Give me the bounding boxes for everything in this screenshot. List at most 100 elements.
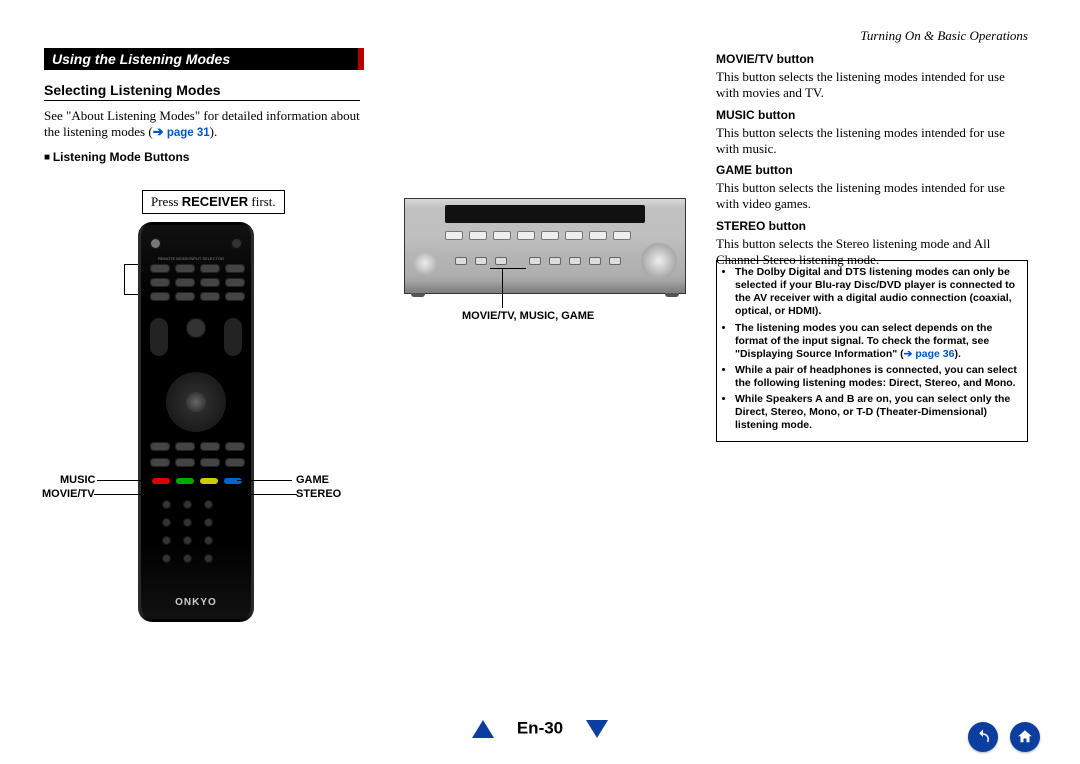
home-button[interactable] [1010, 722, 1040, 752]
callout-line [94, 494, 159, 495]
num-btn [162, 500, 171, 509]
receiver-foot-icon [411, 293, 425, 297]
home-icon [1016, 728, 1034, 746]
movie-tv-button-desc: This button selects the listening modes … [716, 69, 1028, 102]
page-number: En-30 [517, 719, 563, 738]
callout-line [237, 480, 292, 481]
music-button-heading: MUSIC button [716, 108, 1028, 123]
num-btn [162, 554, 171, 563]
receiver-display-icon [445, 205, 645, 223]
callout-line [124, 294, 138, 295]
remote-btn [200, 458, 220, 467]
section-title-accent [358, 48, 364, 70]
callout-line [235, 494, 297, 495]
page-link-36[interactable]: page 36 [915, 348, 954, 360]
receiver-left-knob-icon [413, 251, 437, 275]
music-mode-button [176, 478, 194, 484]
arrow-icon: ➔ [153, 124, 167, 139]
page-footer: En-30 [0, 718, 1080, 748]
receiver-foot-icon [665, 293, 679, 297]
callout-line [124, 264, 138, 265]
callout-line [97, 480, 152, 481]
remote-btn [150, 292, 170, 301]
receiver-caption: MOVIE/TV, MUSIC, GAME [462, 310, 594, 322]
num-btn [183, 554, 192, 563]
music-button-desc: This button selects the listening modes … [716, 125, 1028, 158]
stereo-button-heading: STEREO button [716, 219, 1028, 234]
volume-rocker-icon [224, 318, 242, 356]
num-btn [204, 554, 213, 563]
remote-btn [150, 458, 170, 467]
remote-btn [175, 264, 195, 273]
num-btn [162, 518, 171, 527]
remote-btn [175, 458, 195, 467]
note-item-3: While a pair of headphones is connected,… [735, 364, 1023, 390]
callout-label-stereo: STEREO [296, 488, 341, 500]
game-button-desc: This button selects the listening modes … [716, 180, 1028, 213]
channel-rocker-icon [150, 318, 168, 356]
instruction-post: first. [248, 194, 275, 209]
remote-label-micro: REMOTE MODE/INPUT SELECTOR [158, 256, 224, 261]
next-page-button[interactable] [586, 720, 608, 738]
receiver-button-row-1 [445, 231, 631, 240]
listening-mode-buttons-heading: Listening Mode Buttons [44, 150, 189, 164]
arrow-icon: ➔ [904, 348, 916, 360]
stereo-mode-button [224, 478, 242, 484]
section-title: Using the Listening Modes [44, 51, 230, 67]
movie-tv-mode-button [152, 478, 170, 484]
notes-box: The Dolby Digital and DTS listening mode… [716, 260, 1028, 442]
num-btn [183, 518, 192, 527]
game-button-heading: GAME button [716, 163, 1028, 178]
num-btn [204, 518, 213, 527]
prev-page-button[interactable] [472, 720, 494, 738]
callout-label-music: MUSIC [60, 474, 95, 486]
receiver-illustration [404, 198, 686, 294]
enter-button-icon [186, 392, 206, 412]
num-btn [204, 500, 213, 509]
note-item-1: The Dolby Digital and DTS listening mode… [735, 266, 1023, 319]
back-button[interactable] [968, 722, 998, 752]
remote-btn [225, 264, 245, 273]
remote-btn [225, 278, 245, 287]
callout-line [124, 264, 125, 294]
remote-illustration: REMOTE MODE/INPUT SELECTOR [138, 222, 254, 622]
movie-tv-button-heading: MOVIE/TV button [716, 52, 1028, 67]
section-title-bar: Using the Listening Modes [44, 48, 364, 70]
remote-brand-logo: ONKYO [138, 597, 254, 608]
remote-btn [150, 442, 170, 451]
remote-btn [175, 292, 195, 301]
num-btn [162, 536, 171, 545]
instruction-strong: RECEIVER [182, 194, 248, 209]
page-header-section: Turning On & Basic Operations [860, 28, 1028, 44]
intro-paragraph: See "About Listening Modes" for detailed… [44, 108, 360, 141]
game-mode-button [200, 478, 218, 484]
remote-btn [200, 442, 220, 451]
right-column: MOVIE/TV button This button selects the … [716, 46, 1028, 270]
remote-btn [225, 442, 245, 451]
page-link-31[interactable]: page 31 [167, 127, 210, 139]
note-item-4: While Speakers A and B are on, you can s… [735, 393, 1023, 432]
power-button-icon [150, 238, 161, 249]
instruction-pre: Press [151, 194, 182, 209]
remote-btn [200, 278, 220, 287]
num-btn [183, 500, 192, 509]
remote-btn [175, 442, 195, 451]
num-btn [183, 536, 192, 545]
callout-line [502, 268, 503, 308]
remote-mid-button [186, 318, 206, 338]
callout-label-movie-tv: MOVIE/TV [42, 488, 95, 500]
undo-icon [974, 728, 992, 746]
instruction-box: Press RECEIVER first. [142, 190, 285, 214]
callout-line [490, 268, 526, 269]
remote-btn [150, 264, 170, 273]
receiver-body [404, 198, 686, 294]
remote-btn [200, 264, 220, 273]
remote-top-right-button [231, 238, 242, 249]
callout-label-game: GAME [296, 474, 329, 486]
subsection-heading: Selecting Listening Modes [44, 82, 360, 101]
remote-body: REMOTE MODE/INPUT SELECTOR [138, 222, 254, 622]
remote-btn [200, 292, 220, 301]
intro-text-b: ). [210, 124, 218, 139]
receiver-volume-knob-icon [641, 243, 677, 279]
remote-btn [225, 292, 245, 301]
